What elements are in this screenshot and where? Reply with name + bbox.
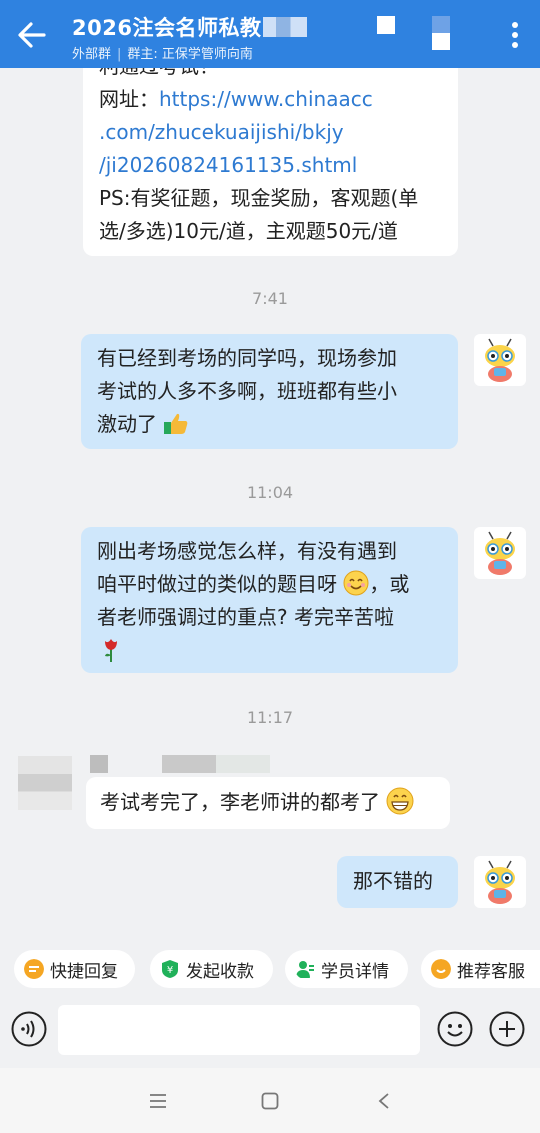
student-details-label: 学员详情 [321,961,389,982]
back-nav-icon[interactable] [377,1092,391,1110]
chat-area[interactable]: 利通过考试！ 网址：https://www.chinaacc .com/zhuc… [0,68,540,936]
message-text: 激动了 [97,412,157,436]
message-input[interactable] [58,1005,420,1055]
chat-title: 2026注会名师私教 [72,12,308,42]
message-line: 考试的人多不多啊，班班都有些小 [97,379,397,403]
thumbs-up-icon [164,413,188,434]
header-bar: 2026注会名师私教 外部群 | 群主: 正保学管师向南 [0,0,540,68]
message-text: 考试考完了，李老师讲的都考了 [100,790,380,814]
message-link[interactable]: .com/zhucekuaijishi/bkjy [99,116,442,149]
message-line: 网址：https://www.chinaacc [99,83,442,116]
message-line: 刚出考场感觉怎么样，有没有遇到 [97,539,397,563]
smile-emoji-icon [343,570,369,596]
message-line: 咱平时做过的类似的题目呀 ，或 [97,568,442,601]
voice-icon[interactable] [11,1011,47,1047]
message-line: 激动了 [97,408,442,441]
message-link[interactable]: https://www.chinaacc [159,87,373,111]
chat-subtitle: 外部群 | 群主: 正保学管师向南 [72,43,253,62]
payment-icon: ¥ [162,960,178,978]
timestamp: 7:41 [252,289,288,308]
home-icon[interactable] [261,1092,279,1110]
input-bar [0,1002,540,1068]
bee-avatar-icon [485,531,515,575]
message-bubble[interactable]: 利通过考试！ 网址：https://www.chinaacc .com/zhuc… [83,68,458,256]
square-icon[interactable] [432,16,450,50]
more-icon[interactable] [512,22,518,48]
grin-emoji-icon [386,787,414,815]
quick-action-bar: 快捷回复 ¥ 发起收款 学员详情 推荐客服 [0,936,540,1002]
timestamp: 11:17 [246,708,294,727]
message-bubble[interactable]: 刚出考场感觉怎么样，有没有遇到 咱平时做过的类似的题目呀 ，或 者老师强调过的重… [81,527,458,673]
back-arrow-icon[interactable] [14,18,50,52]
emoji-icon[interactable] [437,1011,473,1047]
bee-avatar-icon [485,860,515,904]
group-owner-label: 群主: 正保学管师向南 [127,47,253,62]
avatar[interactable] [474,334,526,386]
student-icon [296,961,314,978]
avatar[interactable] [474,527,526,579]
svg-text:¥: ¥ [167,965,173,976]
message-line [97,634,442,667]
quick-reply-button[interactable]: 快捷回复 [14,950,135,988]
sender-avatar-blurred[interactable] [18,756,72,810]
bee-avatar-icon [485,338,515,382]
menu-icon[interactable] [148,1093,168,1109]
chat-title-text: 2026注会名师私教 [72,16,262,40]
student-details-button[interactable]: 学员详情 [285,950,408,988]
message-text: 那不错的 [353,869,433,893]
message-text: ，或 [369,572,410,596]
url-label: 网址： [99,87,159,111]
plus-icon[interactable] [489,1011,525,1047]
message-line: PS:有奖征题，现金奖励，客观题(单 [99,186,419,210]
message-line: 者老师强调过的重点? 考完辛苦啦 [97,605,394,629]
recommend-service-button[interactable]: 推荐客服 [421,950,540,988]
message-line: 选/多选)10元/道，主观题50元/道 [99,219,398,243]
rose-emoji-icon [105,639,117,662]
message-bubble[interactable]: 那不错的 [337,856,458,908]
external-group-label: 外部群 [72,47,112,62]
message-line: 有已经到考场的同学吗，现场参加 [97,346,397,370]
quick-reply-label: 快捷回复 [50,961,118,982]
subtitle-divider: | [117,47,122,62]
message-line: 利通过考试！ [99,68,442,83]
system-nav-bar [0,1068,540,1133]
request-payment-label: 发起收款 [186,961,254,982]
square-icon[interactable] [377,16,395,34]
message-link[interactable]: /ji20260824161135.shtml [99,149,442,182]
title-redaction [263,17,308,37]
recommend-icon [431,959,451,979]
message-text: 咱平时做过的类似的题目呀 [97,572,337,596]
recommend-service-label: 推荐客服 [457,961,525,982]
quick-reply-icon [24,959,44,979]
message-bubble[interactable]: 考试考完了，李老师讲的都考了 [86,777,450,829]
avatar[interactable] [474,856,526,908]
sender-name-blurred [90,755,270,773]
request-payment-button[interactable]: ¥ 发起收款 [150,950,273,988]
timestamp: 11:04 [246,483,294,502]
message-bubble[interactable]: 有已经到考场的同学吗，现场参加 考试的人多不多啊，班班都有些小 激动了 [81,334,458,449]
